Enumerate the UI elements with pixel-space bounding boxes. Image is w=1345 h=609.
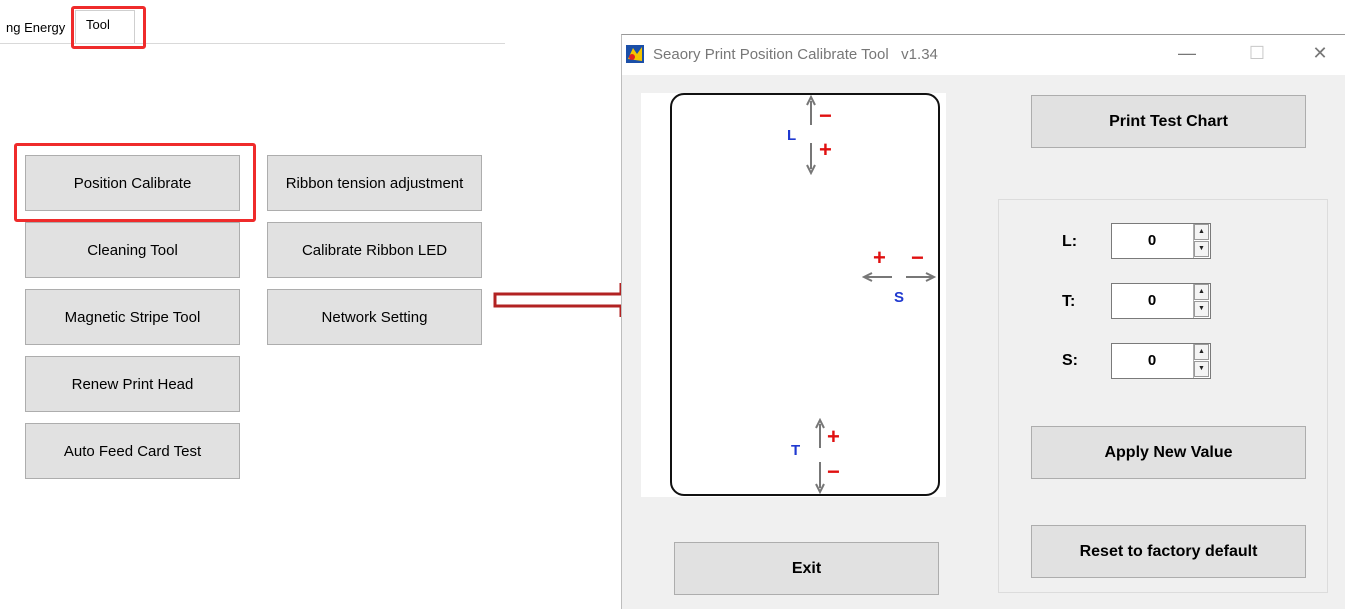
- ribbon-tension-button[interactable]: Ribbon tension adjustment: [267, 155, 482, 211]
- app-icon: [626, 45, 644, 63]
- l-label: L:: [1062, 233, 1078, 250]
- l-value[interactable]: 0: [1112, 232, 1192, 249]
- spin-up-icon[interactable]: ▲: [1194, 344, 1209, 360]
- magnetic-stripe-tool-button[interactable]: Magnetic Stripe Tool: [25, 289, 240, 345]
- spin-down-icon[interactable]: ▼: [1194, 301, 1209, 317]
- minimize-icon[interactable]: —: [1172, 43, 1202, 64]
- vertical-arrows-icon: [815, 418, 825, 495]
- vertical-arrows-icon: [806, 95, 816, 175]
- close-icon[interactable]: ✕: [1305, 43, 1335, 64]
- apply-new-value-button[interactable]: Apply New Value: [1031, 426, 1306, 479]
- tab-tool-highlight: [71, 6, 146, 49]
- window-title: Seaory Print Position Calibrate Tool v1.…: [653, 46, 938, 63]
- position-calibrate-highlight: [14, 143, 256, 222]
- t-spinner[interactable]: 0 ▲ ▼: [1111, 283, 1211, 319]
- t-label: T:: [1062, 293, 1076, 310]
- exit-button[interactable]: Exit: [674, 542, 939, 595]
- l-plus-sign: +: [819, 137, 832, 162]
- s-plus-sign: +: [873, 245, 886, 270]
- horizontal-arrows-icon: [862, 272, 937, 282]
- spin-down-icon[interactable]: ▼: [1194, 361, 1209, 377]
- calibrate-dialog: Seaory Print Position Calibrate Tool v1.…: [621, 34, 1345, 609]
- calibrate-ribbon-led-button[interactable]: Calibrate Ribbon LED: [267, 222, 482, 278]
- auto-feed-card-test-button[interactable]: Auto Feed Card Test: [25, 423, 240, 479]
- cleaning-tool-button[interactable]: Cleaning Tool: [25, 222, 240, 278]
- renew-print-head-button[interactable]: Renew Print Head: [25, 356, 240, 412]
- label-t: T: [791, 442, 801, 459]
- arrow-right-icon: [493, 283, 638, 317]
- card-diagram: L − + + − S T + −: [641, 93, 946, 497]
- label-s: S: [894, 289, 905, 306]
- spin-up-icon[interactable]: ▲: [1194, 284, 1209, 300]
- spin-down-icon[interactable]: ▼: [1194, 241, 1209, 257]
- network-setting-button[interactable]: Network Setting: [267, 289, 482, 345]
- s-minus-sign: −: [911, 245, 924, 270]
- maximize-icon[interactable]: ☐: [1242, 43, 1272, 64]
- tab-energy[interactable]: ng Energy: [6, 20, 65, 35]
- s-spinner[interactable]: 0 ▲ ▼: [1111, 343, 1211, 379]
- t-minus-sign: −: [827, 459, 840, 484]
- reset-factory-default-button[interactable]: Reset to factory default: [1031, 525, 1306, 578]
- spin-up-icon[interactable]: ▲: [1194, 224, 1209, 240]
- l-spinner[interactable]: 0 ▲ ▼: [1111, 223, 1211, 259]
- s-value[interactable]: 0: [1112, 352, 1192, 369]
- s-label: S:: [1062, 352, 1078, 369]
- t-plus-sign: +: [827, 424, 840, 449]
- t-value[interactable]: 0: [1112, 292, 1192, 309]
- label-l: L: [787, 127, 797, 144]
- l-minus-sign: −: [819, 103, 832, 128]
- print-test-chart-button[interactable]: Print Test Chart: [1031, 95, 1306, 148]
